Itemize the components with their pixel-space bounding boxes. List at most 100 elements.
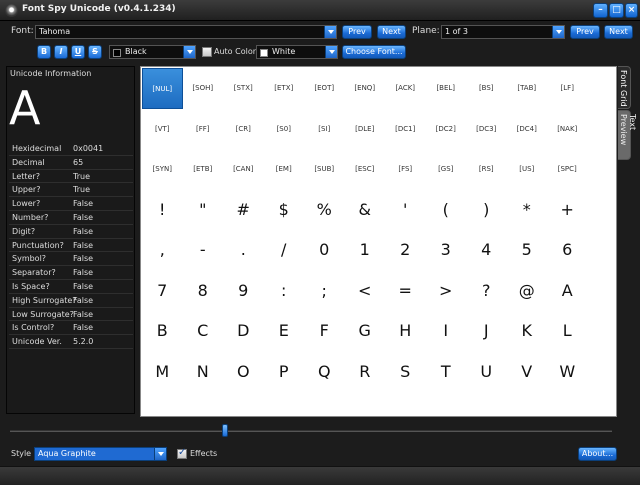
grid-cell[interactable]: L (547, 311, 588, 352)
strikeout-button[interactable]: S (88, 45, 102, 59)
grid-cell[interactable]: = (385, 271, 426, 312)
grid-cell[interactable]: 6 (547, 230, 588, 271)
grid-cell[interactable]: [DC2] (426, 109, 467, 150)
grid-cell[interactable]: Q (304, 352, 345, 393)
maximize-button[interactable]: □ (609, 3, 624, 18)
grid-cell[interactable]: ) (466, 190, 507, 231)
grid-cell[interactable]: 9 (223, 271, 264, 312)
grid-cell[interactable]: C (183, 311, 224, 352)
style-select[interactable]: Aqua Graphite (34, 447, 167, 461)
plane-next-button[interactable]: Next (604, 25, 633, 39)
tab-text-preview[interactable]: Text Preview (618, 110, 637, 160)
grid-cell[interactable]: [TAB] (507, 68, 548, 109)
grid-cell[interactable]: , (142, 230, 183, 271)
close-button[interactable]: × (625, 3, 638, 18)
grid-cell[interactable]: % (304, 190, 345, 231)
grid-cell[interactable]: + (547, 190, 588, 231)
grid-cell[interactable]: 8 (183, 271, 224, 312)
grid-cell[interactable]: M (142, 352, 183, 393)
grid-cell[interactable]: / (264, 230, 305, 271)
grid-cell[interactable]: ? (466, 271, 507, 312)
grid-cell[interactable]: R (345, 352, 386, 393)
chevron-down-icon[interactable] (324, 26, 336, 38)
grid-cell[interactable]: F (304, 311, 345, 352)
choose-font-button[interactable]: Choose Font... (342, 45, 406, 59)
grid-cell[interactable]: ; (304, 271, 345, 312)
grid-cell[interactable]: @ (507, 271, 548, 312)
grid-cell[interactable]: [GS] (426, 149, 467, 190)
plane-prev-button[interactable]: Prev (570, 25, 600, 39)
minimize-button[interactable]: – (593, 3, 608, 18)
plane-select[interactable]: 1 of 3 (441, 25, 565, 39)
grid-cell[interactable]: 7 (142, 271, 183, 312)
auto-color-checkbox[interactable] (202, 47, 212, 57)
grid-cell[interactable]: G (345, 311, 386, 352)
grid-cell[interactable]: B (142, 311, 183, 352)
grid-cell[interactable]: 3 (426, 230, 467, 271)
grid-cell[interactable]: [S0] (264, 109, 305, 150)
grid-cell[interactable]: [SI] (304, 109, 345, 150)
grid-cell[interactable]: [RS] (466, 149, 507, 190)
grid-cell[interactable]: O (223, 352, 264, 393)
grid-cell[interactable]: V (507, 352, 548, 393)
grid-cell[interactable]: E (264, 311, 305, 352)
grid-cell[interactable]: [SOH] (183, 68, 224, 109)
grid-cell[interactable]: [DC3] (466, 109, 507, 150)
grid-cell[interactable]: W (547, 352, 588, 393)
grid-cell[interactable]: [ETB] (183, 149, 224, 190)
chevron-down-icon[interactable] (183, 46, 195, 58)
grid-cell[interactable]: [ENQ] (345, 68, 386, 109)
grid-cell[interactable]: [DC4] (507, 109, 548, 150)
font-prev-button[interactable]: Prev (342, 25, 372, 39)
italic-button[interactable]: I (54, 45, 68, 59)
grid-cell[interactable]: P (264, 352, 305, 393)
font-next-button[interactable]: Next (377, 25, 406, 39)
grid-cell[interactable]: D (223, 311, 264, 352)
grid-cell[interactable]: # (223, 190, 264, 231)
grid-cell[interactable]: . (223, 230, 264, 271)
grid-cell[interactable]: [DC1] (385, 109, 426, 150)
grid-zoom-slider-track[interactable] (10, 430, 612, 432)
grid-cell[interactable]: $ (264, 190, 305, 231)
grid-cell[interactable]: [CAN] (223, 149, 264, 190)
grid-cell[interactable]: [STX] (223, 68, 264, 109)
chevron-down-icon[interactable] (325, 46, 337, 58)
grid-cell[interactable]: U (466, 352, 507, 393)
grid-cell[interactable]: [DLE] (345, 109, 386, 150)
grid-cell[interactable]: * (507, 190, 548, 231)
grid-cell[interactable]: " (183, 190, 224, 231)
grid-cell[interactable]: [VT] (142, 109, 183, 150)
grid-cell[interactable]: J (466, 311, 507, 352)
grid-cell[interactable]: [SUB] (304, 149, 345, 190)
grid-cell[interactable]: 4 (466, 230, 507, 271)
grid-cell[interactable]: N (183, 352, 224, 393)
grid-cell[interactable]: 0 (304, 230, 345, 271)
effects-checkbox[interactable] (177, 447, 187, 459)
chevron-down-icon[interactable] (154, 448, 166, 460)
grid-cell[interactable]: [FF] (183, 109, 224, 150)
grid-cell[interactable]: - (183, 230, 224, 271)
bold-button[interactable]: B (37, 45, 51, 59)
underline-button[interactable]: U (71, 45, 85, 59)
fore-color-select[interactable]: Black (109, 45, 196, 59)
grid-zoom-slider-thumb[interactable] (222, 424, 228, 437)
grid-cell[interactable]: [SPC] (547, 149, 588, 190)
grid-cell[interactable]: [NUL] (142, 68, 183, 109)
grid-cell[interactable]: A (547, 271, 588, 312)
grid-cell[interactable]: S (385, 352, 426, 393)
grid-cell[interactable]: [LF] (547, 68, 588, 109)
grid-cell[interactable]: ! (142, 190, 183, 231)
grid-cell[interactable]: [ETX] (264, 68, 305, 109)
grid-cell[interactable]: 5 (507, 230, 548, 271)
grid-cell[interactable]: [FS] (385, 149, 426, 190)
grid-cell[interactable]: 1 (345, 230, 386, 271)
grid-cell[interactable]: [CR] (223, 109, 264, 150)
grid-cell[interactable]: : (264, 271, 305, 312)
grid-cell[interactable]: T (426, 352, 467, 393)
grid-cell[interactable]: [US] (507, 149, 548, 190)
grid-cell[interactable]: H (385, 311, 426, 352)
chevron-down-icon[interactable] (552, 26, 564, 38)
grid-cell[interactable]: [ESC] (345, 149, 386, 190)
grid-cell[interactable]: [BS] (466, 68, 507, 109)
grid-cell[interactable]: [EOT] (304, 68, 345, 109)
